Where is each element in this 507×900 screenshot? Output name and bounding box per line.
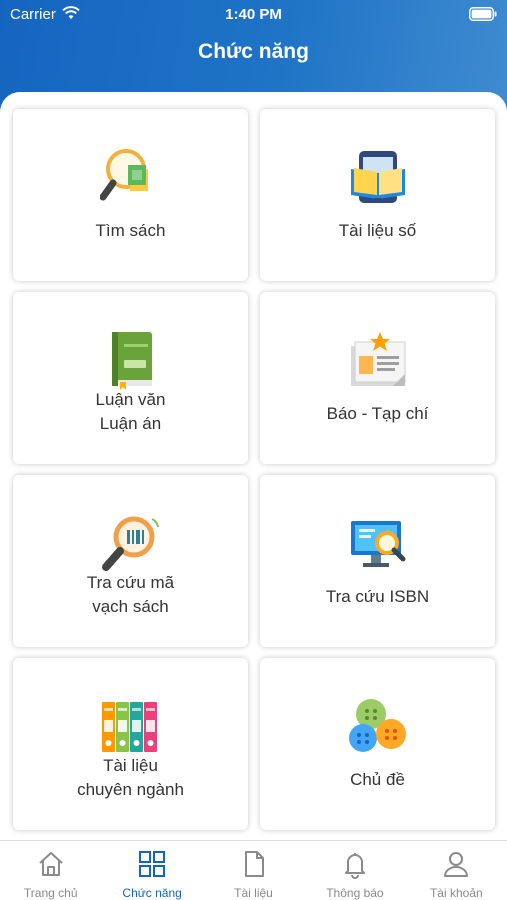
newspaper-icon — [351, 332, 406, 386]
tab-documents[interactable]: Tài liệu — [203, 841, 304, 900]
tab-label: Tài khoản — [429, 886, 483, 900]
tile-label-line1: Luận văn — [95, 390, 166, 409]
bell-icon — [344, 853, 365, 879]
tab-bar: Trang chủ Chức năng Tài liệu Thông báo T… — [0, 840, 507, 900]
tile-topics[interactable]: Chủ đề — [260, 658, 495, 830]
tile-label-line1: Tra cứu mã — [86, 573, 175, 592]
tile-label: Chủ đề — [350, 770, 405, 789]
tab-label: Trang chủ — [23, 886, 78, 900]
tab-home[interactable]: Trang chủ — [0, 841, 101, 900]
tile-newspapers[interactable]: Báo - Tạp chí — [260, 292, 495, 464]
tile-digital-documents[interactable]: Tài liệu số — [260, 109, 495, 281]
status-bar: Carrier 1:40 PM — [0, 0, 507, 30]
battery-icon — [469, 7, 497, 21]
page-title: Chức năng — [198, 40, 309, 63]
tab-account[interactable]: Tài khoản — [406, 841, 507, 900]
green-book-icon — [112, 332, 152, 390]
tile-label: Tài liệu số — [338, 221, 417, 240]
tile-theses[interactable]: Luận văn Luận án — [13, 292, 248, 464]
tile-label: Báo - Tạp chí — [326, 404, 429, 423]
tile-find-books[interactable]: Tìm sách — [13, 109, 248, 281]
tab-label: Chức năng — [122, 886, 182, 900]
grid-icon — [139, 851, 166, 877]
tile-label: Tra cứu ISBN — [325, 587, 430, 606]
home-icon — [39, 852, 63, 876]
function-grid: Tìm sách Tài liệu số Luận văn Luận án Bá… — [0, 92, 507, 840]
tab-label: Thông báo — [326, 886, 384, 900]
tab-label: Tài liệu — [234, 886, 273, 900]
tile-isbn-lookup[interactable]: Tra cứu ISBN — [260, 475, 495, 647]
tab-notifications[interactable]: Thông báo — [304, 841, 405, 900]
tablet-book-icon — [351, 151, 405, 203]
tile-barcode-lookup[interactable]: Tra cứu mã vạch sách — [13, 475, 248, 647]
tile-specialized-documents[interactable]: Tài liệu chuyên ngành — [13, 658, 248, 830]
tile-label: Tìm sách — [95, 221, 166, 240]
monitor-search-icon — [351, 521, 406, 567]
magnifier-book-icon — [100, 149, 148, 201]
tile-label-line2: vạch sách — [92, 597, 169, 616]
tab-functions[interactable]: Chức năng — [101, 841, 202, 900]
tile-label-line2: Luận án — [99, 414, 162, 433]
tile-label-line1: Tài liệu — [103, 756, 158, 775]
tile-label-line2: chuyên ngành — [77, 780, 184, 799]
buttons-icon — [349, 699, 406, 752]
document-icon — [244, 851, 264, 877]
barcode-search-icon — [102, 516, 159, 571]
binders-icon — [102, 702, 157, 752]
clock: 1:40 PM — [225, 6, 282, 23]
user-icon — [444, 852, 469, 877]
